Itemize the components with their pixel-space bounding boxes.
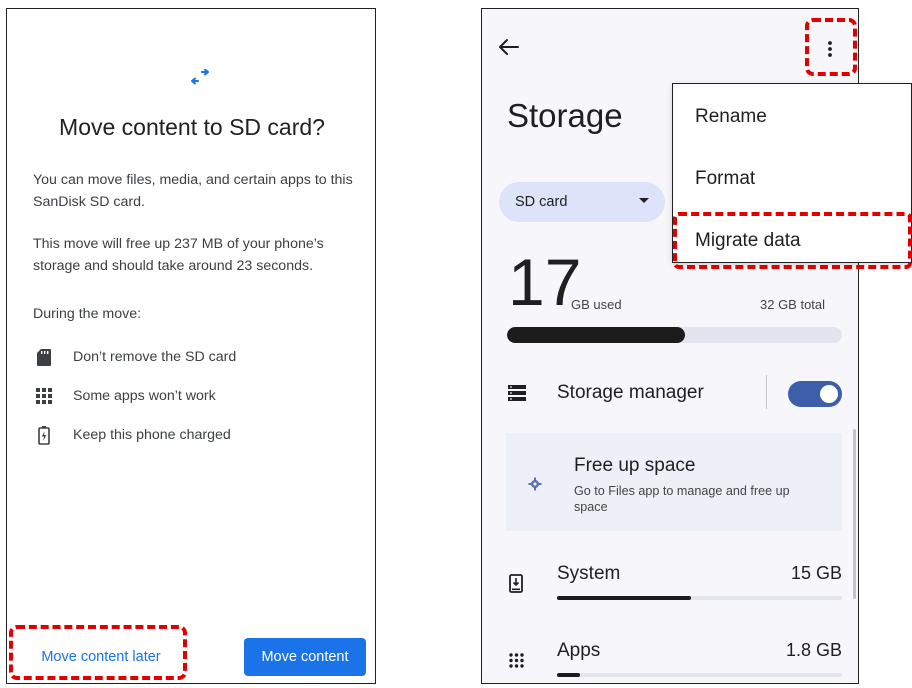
warning-item-battery: Keep this phone charged [33, 424, 231, 446]
during-move-label: During the move: [33, 306, 142, 322]
menu-item-rename[interactable]: Rename [695, 106, 767, 128]
warning-item-sd-card: Don’t remove the SD card [33, 346, 236, 368]
category-name: System [557, 563, 621, 584]
warning-item-label: Don’t remove the SD card [73, 349, 237, 365]
divider [766, 375, 767, 409]
overflow-menu-button[interactable] [818, 35, 842, 63]
toggle-knob [820, 385, 838, 403]
dialog-title: Move content to SD card? [59, 114, 325, 140]
storage-category-system[interactable]: System 15 GB [482, 561, 858, 611]
screenshot-stage: Move content to SD card? You can move fi… [0, 0, 912, 688]
warning-item-apps: Some apps won’t work [33, 385, 216, 407]
category-size: 15 GB [790, 563, 842, 583]
storage-manager-toggle[interactable] [788, 381, 842, 407]
used-storage-unit: GB used [571, 297, 622, 312]
dropdown-caret-icon [639, 198, 649, 203]
storage-manager-label: Storage manager [557, 382, 704, 403]
category-usage-bar [557, 673, 842, 677]
overflow-menu-popup: Rename Format Migrate data [672, 83, 912, 263]
description-paragraph: You can move files, media, and certain a… [33, 172, 353, 210]
apps-grid-icon [507, 650, 525, 670]
page-title: Storage [507, 97, 623, 134]
category-usage-fill [557, 673, 580, 677]
warning-item-label: Some apps won’t work [73, 388, 216, 404]
apps-grid-icon [33, 385, 55, 407]
storage-usage-fill [507, 327, 685, 343]
more-vert-icon [828, 41, 832, 57]
volume-selector-dropdown[interactable]: SD card [499, 182, 665, 222]
storage-manager-icon [508, 385, 526, 401]
menu-item-format[interactable]: Format [695, 168, 755, 190]
storage-manager-row[interactable]: Storage manager [482, 373, 858, 413]
volume-selector-label: SD card [515, 194, 568, 210]
swap-arrows-icon [191, 69, 209, 85]
move-content-dialog-screen: Move content to SD card? You can move fi… [6, 8, 376, 684]
free-up-paragraph: This move will free up 237 MB of your ph… [33, 236, 324, 274]
sd-card-icon [33, 346, 55, 368]
move-content-later-button[interactable]: Move content later [21, 639, 181, 675]
move-content-button[interactable]: Move content [244, 638, 366, 676]
storage-usage-bar [507, 327, 842, 343]
menu-item-migrate-data[interactable]: Migrate data [695, 230, 801, 252]
free-up-space-title: Free up space [574, 455, 696, 476]
category-size: 1.8 GB [785, 640, 842, 660]
system-update-icon [507, 573, 525, 593]
free-up-space-card[interactable]: Free up space Go to Files app to manage … [506, 433, 842, 531]
category-name: Apps [557, 640, 601, 661]
storage-category-apps[interactable]: Apps 1.8 GB [482, 638, 858, 683]
free-up-space-subtitle: Go to Files app to manage and free up sp… [574, 484, 790, 514]
battery-charging-icon [33, 424, 55, 446]
category-usage-bar [557, 596, 842, 600]
back-arrow-icon[interactable] [498, 37, 520, 57]
category-usage-fill [557, 596, 691, 600]
warning-item-label: Keep this phone charged [73, 427, 231, 443]
total-storage-label: 32 GB total [760, 297, 826, 312]
files-app-icon [528, 477, 542, 491]
